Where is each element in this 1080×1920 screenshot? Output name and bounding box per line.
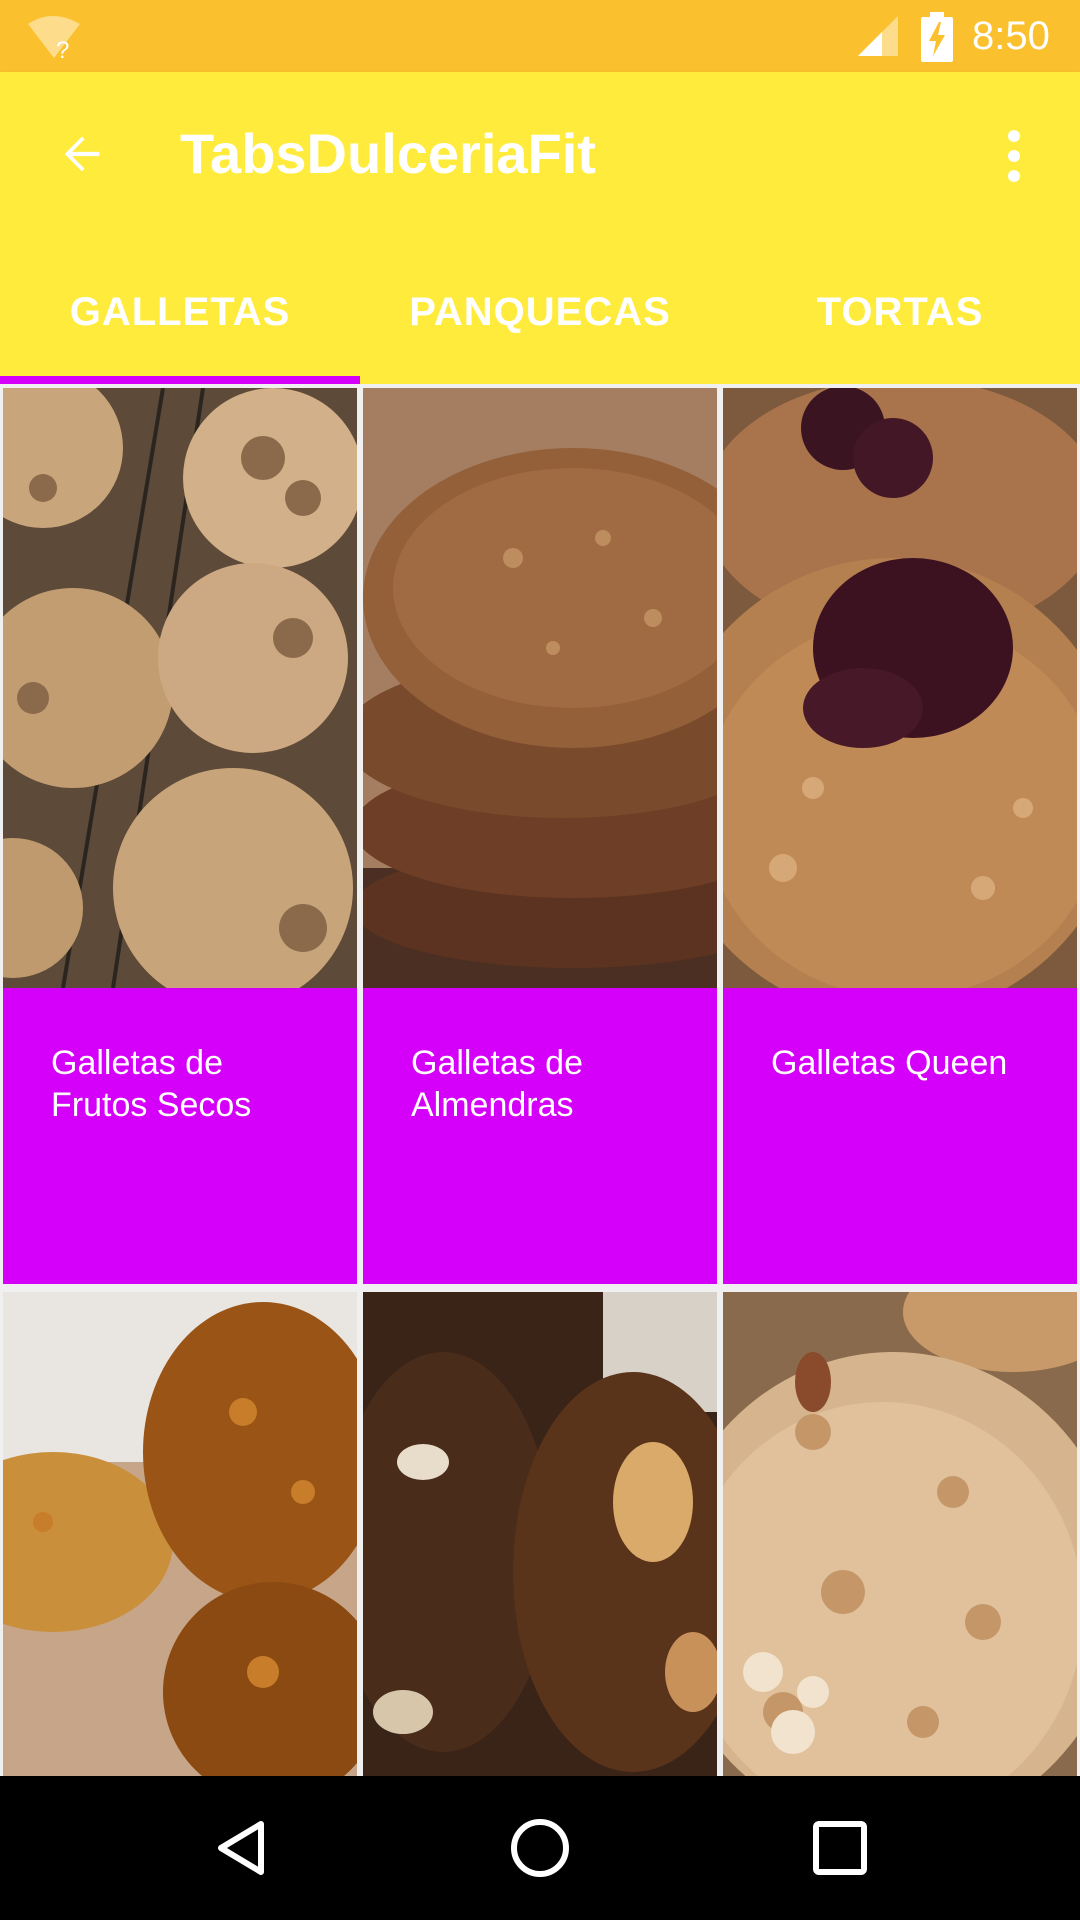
tab-tortas[interactable]: TORTAS <box>720 240 1080 384</box>
battery-charging-icon <box>921 12 953 62</box>
status-time: 8:50 <box>972 14 1050 58</box>
more-vert-icon <box>1008 130 1020 182</box>
tab-label: PANQUECAS <box>409 289 671 334</box>
oat-cookies-photo <box>723 1292 1077 1776</box>
nav-home-icon <box>511 1819 569 1877</box>
card-title: Galletas de Frutos Secos <box>51 1044 252 1124</box>
nav-back-button[interactable] <box>205 1812 277 1884</box>
almond-cookies-photo <box>363 388 717 988</box>
recipe-card[interactable] <box>723 1292 1077 1776</box>
tab-selected-indicator <box>0 376 360 384</box>
card-title: Galletas Queen <box>771 1044 1008 1082</box>
recipe-card[interactable] <box>3 1292 357 1776</box>
navigation-bar <box>0 1776 1080 1920</box>
recipe-card[interactable]: Galletas de Almendras <box>363 388 717 1284</box>
signal-icon <box>858 16 898 56</box>
recipe-card[interactable] <box>363 1292 717 1776</box>
tab-label: TORTAS <box>816 289 984 334</box>
tab-label: GALLETAS <box>69 289 291 334</box>
jam-oat-cookies-photo <box>723 388 1077 988</box>
tab-galletas[interactable]: GALLETAS <box>0 240 360 384</box>
card-title: Galletas de Almendras <box>411 1044 583 1124</box>
walnut-cookies-photo <box>3 388 357 988</box>
recipe-grid: Galletas de Frutos Secos Galletas de Alm… <box>0 384 1080 1776</box>
pumpkin-cookies-photo <box>3 1292 357 1776</box>
tab-bar: GALLETAS PANQUECAS TORTAS <box>0 240 1080 384</box>
app-bar: TabsDulceriaFit GALLETAS PANQUECAS TORTA… <box>0 72 1080 384</box>
wifi-unknown-icon: ? <box>28 16 80 60</box>
card-caption-area: Galletas de Almendras <box>363 988 717 1284</box>
status-bar: ? 8:50 <box>0 0 1080 72</box>
overflow-menu-button[interactable] <box>980 120 1048 192</box>
nav-recents-icon <box>813 1821 867 1875</box>
tab-panquecas[interactable]: PANQUECAS <box>360 240 720 384</box>
back-button[interactable] <box>40 112 124 196</box>
svg-text:?: ? <box>56 37 69 60</box>
nav-recents-button[interactable] <box>804 1812 876 1884</box>
arrow-back-icon <box>64 136 100 172</box>
card-caption-area: Galletas Queen <box>723 988 1077 1284</box>
nav-home-button[interactable] <box>504 1812 576 1884</box>
app-title: TabsDulceriaFit <box>180 122 596 185</box>
recipe-card[interactable]: Galletas Queen <box>723 388 1077 1284</box>
recipe-card[interactable]: Galletas de Frutos Secos <box>3 388 357 1284</box>
card-caption-area: Galletas de Frutos Secos <box>3 988 357 1284</box>
nav-back-icon <box>218 1821 264 1875</box>
chocolate-nut-cookies-photo <box>363 1292 717 1776</box>
